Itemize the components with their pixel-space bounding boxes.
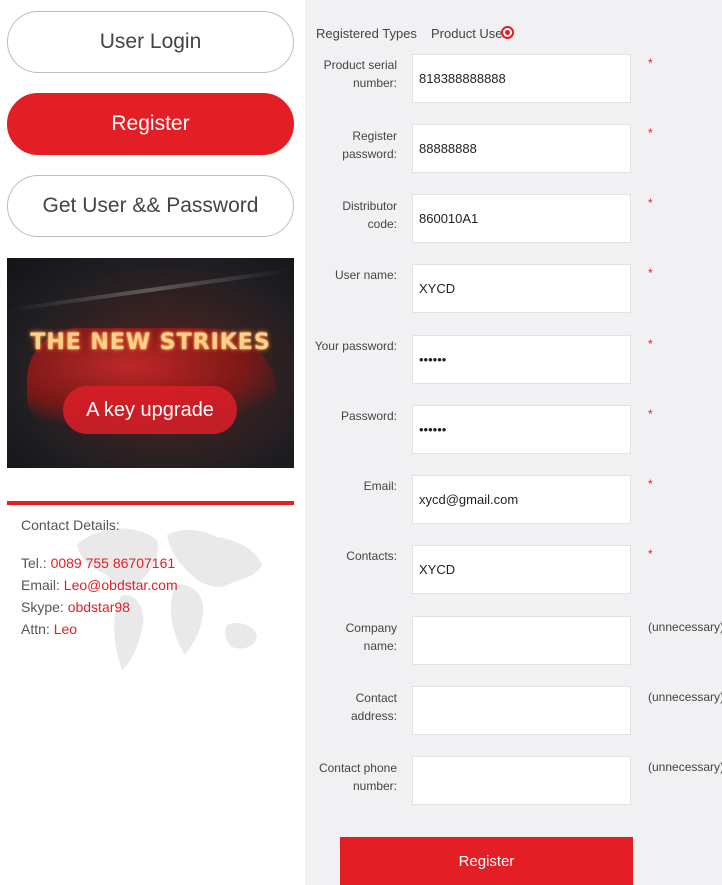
password-label: Password: [340,409,397,423]
contact-email-value[interactable]: Leo@obdstar.com [64,577,178,593]
banner-tagline: A key upgrade [63,386,237,434]
product-user-label[interactable]: Product User [431,26,507,41]
contact-skype-value[interactable]: obdstar98 [68,599,130,615]
contact-tel-label: Tel.: [21,555,47,571]
contact-attn-label: Attn: [21,621,50,637]
promo-banner[interactable]: THE NEW STRIKES A key upgrade [7,258,294,468]
contact-tel: Tel.: 0089 755 86707161 [21,555,175,571]
required-mark: * [648,407,653,421]
register-nav-button[interactable]: Register [7,93,294,155]
banner-headline: THE NEW STRIKES [30,330,271,355]
email-label: Email: [363,479,397,493]
your-password-input[interactable]: •••••• [412,335,631,384]
contact-address-label: Contact address: [350,691,397,723]
required-mark: * [648,196,653,210]
contacts-label: Contacts: [346,549,397,563]
registration-form: Registered Types Product User Product se… [305,0,722,885]
product-serial-label: Product serial number: [323,58,397,90]
user-name-label: User name: [334,268,397,282]
contact-tel-value[interactable]: 0089 755 86707161 [51,555,176,571]
contact-phone-label: Contact phone number: [318,761,397,793]
required-mark: * [648,477,653,491]
contact-email: Email: Leo@obdstar.com [21,577,178,593]
user-login-button[interactable]: User Login [7,11,294,73]
required-mark: * [648,126,653,140]
required-mark: * [648,266,653,280]
contact-skype: Skype: obdstar98 [21,599,130,615]
distributor-code-label: Distributor code: [342,199,397,231]
optional-note: (unnecessary) [648,760,722,774]
left-sidebar: User Login Register Get User && Password… [0,0,302,885]
contact-skype-label: Skype: [21,599,64,615]
company-name-input[interactable] [412,616,631,665]
user-name-input[interactable]: XYCD [412,264,631,313]
register-submit-button[interactable]: Register [340,837,633,885]
optional-note: (unnecessary) [648,620,722,634]
register-password-label: Register password: [342,129,397,161]
contact-attn: Attn: Leo [21,621,77,637]
company-name-label: Company name: [345,621,397,653]
product-serial-input[interactable]: 818388888888 [412,54,631,103]
optional-note: (unnecessary) [648,690,722,704]
required-mark: * [648,337,653,351]
product-user-radio[interactable] [501,26,514,39]
contact-title: Contact Details: [21,517,120,533]
email-input[interactable]: xycd@gmail.com [412,475,631,524]
contacts-input[interactable]: XYCD [412,545,631,594]
contact-email-label: Email: [21,577,60,593]
contact-address-input[interactable] [412,686,631,735]
password-input[interactable]: •••••• [412,405,631,454]
your-password-label: Your password: [314,339,397,353]
required-mark: * [648,56,653,70]
registered-types-label: Registered Types [316,26,417,41]
required-mark: * [648,547,653,561]
contact-details: Contact Details: Tel.: 0089 755 86707161… [7,505,294,685]
contact-phone-input[interactable] [412,756,631,805]
banner-light-streak [8,268,293,312]
world-map-icon [77,528,262,670]
get-user-password-button[interactable]: Get User && Password [7,175,294,237]
distributor-code-input[interactable]: 860010A1 [412,194,631,243]
register-password-input[interactable]: 88888888 [412,124,631,173]
contact-attn-value: Leo [53,621,78,637]
